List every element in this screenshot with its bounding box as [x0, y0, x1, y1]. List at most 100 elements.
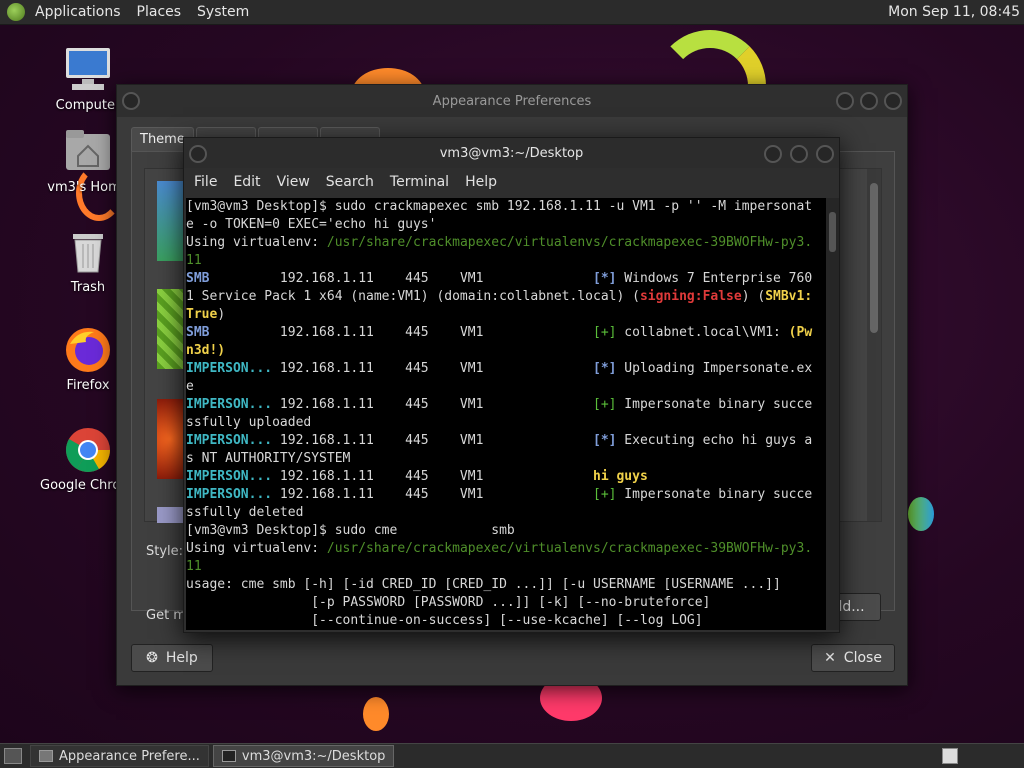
menu-search[interactable]: Search: [320, 174, 380, 190]
terminal-line: Using virtualenv: /usr/share/crackmapexe…: [186, 540, 826, 558]
computer-icon: [64, 46, 112, 94]
terminal-text: SMBv1:: [765, 289, 813, 304]
terminal-text: IMPERSON...: [186, 487, 273, 502]
terminal-text: IMPERSON...: [186, 433, 273, 448]
terminal-output[interactable]: [vm3@vm3 Desktop]$ sudo crackmapexec smb…: [186, 198, 826, 630]
task-appearance-preferences[interactable]: Appearance Prefere...: [30, 745, 209, 767]
terminal-text: (Pw: [788, 325, 813, 340]
task-terminal[interactable]: vm3@vm3:~/Desktop: [212, 745, 395, 767]
terminal-text: IMPERSON...: [186, 361, 273, 376]
background-thumbnail[interactable]: [157, 507, 183, 523]
terminal-text: [+]: [593, 397, 617, 412]
terminal-text: Windows 7 Enterprise 760: [616, 271, 813, 286]
maximize-button[interactable]: [790, 145, 808, 163]
terminal-text: ) (: [741, 289, 766, 304]
get-more-label: Get m: [146, 608, 186, 623]
home-folder-icon: [64, 128, 112, 176]
terminal-line: n3d!): [186, 342, 826, 360]
maximize-button[interactable]: [860, 92, 878, 110]
task-label: Appearance Prefere...: [59, 748, 200, 764]
workspace-switcher[interactable]: [942, 748, 958, 764]
terminal-line: SMB 192.168.1.11 445 VM1 [*] Windows 7 E…: [186, 270, 826, 288]
window-menu-button[interactable]: [189, 145, 207, 163]
terminal-text: Executing echo hi guys a: [616, 433, 813, 448]
terminal-text: SMB: [186, 271, 210, 286]
close-window-button[interactable]: [816, 145, 834, 163]
menu-help[interactable]: Help: [459, 174, 503, 190]
menu-edit[interactable]: Edit: [227, 174, 266, 190]
terminal-text: Impersonate binary succe: [616, 397, 813, 412]
menu-file[interactable]: File: [188, 174, 223, 190]
window-icon: [39, 750, 53, 762]
terminal-text: SMB: [186, 325, 210, 340]
terminal-text: IMPERSON...: [186, 397, 273, 412]
menu-applications[interactable]: Applications: [27, 4, 129, 20]
close-button[interactable]: ✕ Close: [811, 644, 895, 672]
terminal-text: [vm3@vm3 Desktop]$ sudo crackmapexec smb…: [186, 199, 813, 214]
terminal-line: IMPERSON... 192.168.1.11 445 VM1 [+] Imp…: [186, 486, 826, 504]
terminal-titlebar[interactable]: vm3@vm3:~/Desktop: [184, 138, 839, 168]
terminal-text: Impersonate binary succe: [616, 487, 813, 502]
terminal-text: 192.168.1.11 445 VM1: [209, 325, 593, 340]
terminal-text: [vm3@vm3 Desktop]$ sudo cme smb: [186, 523, 515, 538]
window-menu-button[interactable]: [122, 92, 140, 110]
terminal-menubar: File Edit View Search Terminal Help: [184, 168, 839, 196]
background-list-scrollbar[interactable]: [867, 169, 881, 521]
terminal-text: ssfully deleted: [186, 505, 304, 520]
terminal-text: /usr/share/crackmapexec/virtualenvs/crac…: [326, 235, 813, 250]
help-button[interactable]: ❂ Help: [131, 644, 213, 672]
terminal-text: e -o TOKEN=0 EXEC='echo hi guys': [186, 217, 437, 232]
menu-terminal[interactable]: Terminal: [384, 174, 455, 190]
help-button-label: Help: [165, 650, 198, 666]
trash-icon: [64, 228, 112, 276]
chrome-icon: [64, 426, 112, 474]
terminal-line: s NT AUTHORITY/SYSTEM: [186, 450, 826, 468]
terminal-text: ssfully uploaded: [186, 415, 312, 430]
terminal-line: ssfully uploaded: [186, 414, 826, 432]
close-window-button[interactable]: [884, 92, 902, 110]
terminal-line: True): [186, 306, 826, 324]
show-desktop-icon[interactable]: [4, 748, 22, 764]
close-icon: ✕: [824, 650, 836, 666]
terminal-line: Using virtualenv: /usr/share/crackmapexe…: [186, 234, 826, 252]
terminal-scrollbar[interactable]: [826, 198, 839, 630]
decor-shape: [363, 697, 389, 731]
background-thumbnail[interactable]: [157, 289, 183, 369]
terminal-text: [+]: [593, 487, 617, 502]
background-thumbnail[interactable]: [157, 399, 183, 479]
terminal-line: [vm3@vm3 Desktop]$ sudo crackmapexec smb…: [186, 198, 826, 216]
minimize-button[interactable]: [764, 145, 782, 163]
terminal-line: e -o TOKEN=0 EXEC='echo hi guys': [186, 216, 826, 234]
terminal-line: IMPERSON... 192.168.1.11 445 VM1 [*] Exe…: [186, 432, 826, 450]
menu-places[interactable]: Places: [129, 4, 190, 20]
terminal-line: IMPERSON... 192.168.1.11 445 VM1 [+] Imp…: [186, 396, 826, 414]
terminal-text: /usr/share/crackmapexec/virtualenvs/crac…: [326, 541, 813, 556]
terminal-text: 192.168.1.11 445 VM1: [272, 361, 593, 376]
menu-view[interactable]: View: [271, 174, 316, 190]
terminal-text: s NT AUTHORITY/SYSTEM: [186, 451, 351, 466]
terminal-text: [*]: [593, 271, 617, 286]
appearance-titlebar[interactable]: Appearance Preferences: [117, 85, 907, 117]
window-title: vm3@vm3:~/Desktop: [439, 145, 584, 161]
terminal-line: [--continue-on-success] [--use-kcache] […: [186, 612, 826, 630]
decor-shape: [908, 497, 934, 531]
minimize-button[interactable]: [836, 92, 854, 110]
terminal-text: IMPERSON...: [186, 469, 273, 484]
terminal-text: [-p PASSWORD [PASSWORD ...]] [-k] [--no-…: [186, 595, 711, 610]
bottom-taskbar: Appearance Prefere... vm3@vm3:~/Desktop: [0, 743, 1024, 768]
terminal-line: IMPERSON... 192.168.1.11 445 VM1 hi guys: [186, 468, 826, 486]
terminal-text: Using virtualenv:: [186, 235, 327, 250]
terminal-text: [+]: [593, 325, 617, 340]
clock[interactable]: Mon Sep 11, 08:45: [888, 4, 1020, 20]
terminal-text: [--continue-on-success] [--use-kcache] […: [186, 613, 703, 628]
terminal-line: ssfully deleted: [186, 504, 826, 522]
background-thumbnail[interactable]: [157, 181, 183, 261]
terminal-text: 192.168.1.11 445 VM1: [209, 271, 593, 286]
terminal-text: n3d!): [186, 343, 226, 358]
menu-system[interactable]: System: [189, 4, 257, 20]
terminal-line: 11: [186, 252, 826, 270]
task-label: vm3@vm3:~/Desktop: [241, 748, 386, 764]
style-label: Style:: [146, 544, 184, 559]
distro-logo-icon[interactable]: [7, 3, 25, 21]
terminal-text: 192.168.1.11 445 VM1: [272, 487, 593, 502]
